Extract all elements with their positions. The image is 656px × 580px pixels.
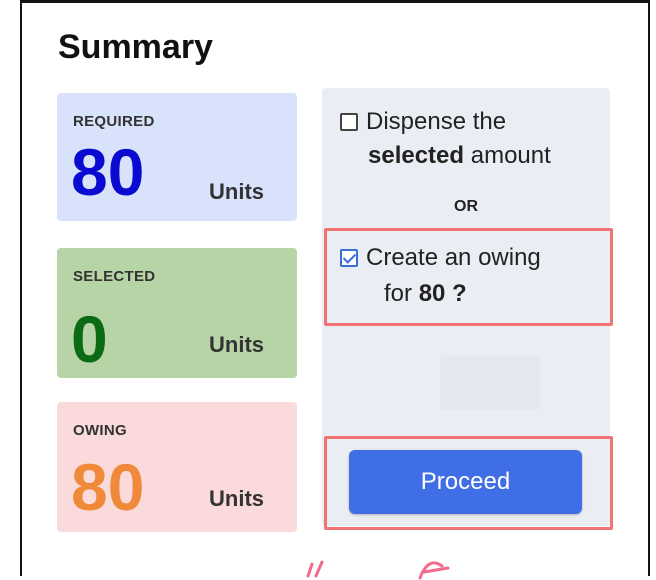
- dispense-checkbox[interactable]: [340, 113, 358, 131]
- selected-card: SELECTED 0 Units: [57, 248, 297, 378]
- required-card: REQUIRED 80 Units: [57, 93, 297, 221]
- selected-value: 0: [71, 302, 108, 376]
- owing-label: OWING: [73, 422, 127, 439]
- owing-label-amount: 80 ?: [418, 280, 467, 307]
- proceed-button[interactable]: Proceed: [349, 450, 582, 514]
- dispense-option[interactable]: Dispense the selected amount: [340, 108, 600, 170]
- or-divider: OR: [454, 198, 478, 215]
- page-title: Summary: [58, 28, 213, 66]
- dispense-label-line1: Dispense the: [366, 108, 507, 135]
- selected-label: SELECTED: [73, 268, 156, 285]
- required-value: 80: [71, 135, 145, 209]
- owing-card: OWING 80 Units: [57, 402, 297, 532]
- owing-option[interactable]: Create an owing for 80 ?: [340, 244, 602, 308]
- faded-placeholder: [440, 356, 540, 410]
- owing-unit: Units: [209, 486, 264, 511]
- selected-unit: Units: [209, 332, 264, 357]
- annotation-scribble: [306, 560, 450, 580]
- owing-value: 80: [71, 450, 145, 524]
- owing-label-prefix: for: [384, 280, 419, 307]
- owing-label-line1: Create an owing: [366, 244, 541, 271]
- required-label: REQUIRED: [73, 113, 155, 130]
- required-unit: Units: [209, 179, 264, 204]
- owing-checkbox[interactable]: [340, 249, 358, 267]
- dispense-label-rest: amount: [464, 142, 551, 169]
- dispense-label-bold: selected: [368, 142, 465, 169]
